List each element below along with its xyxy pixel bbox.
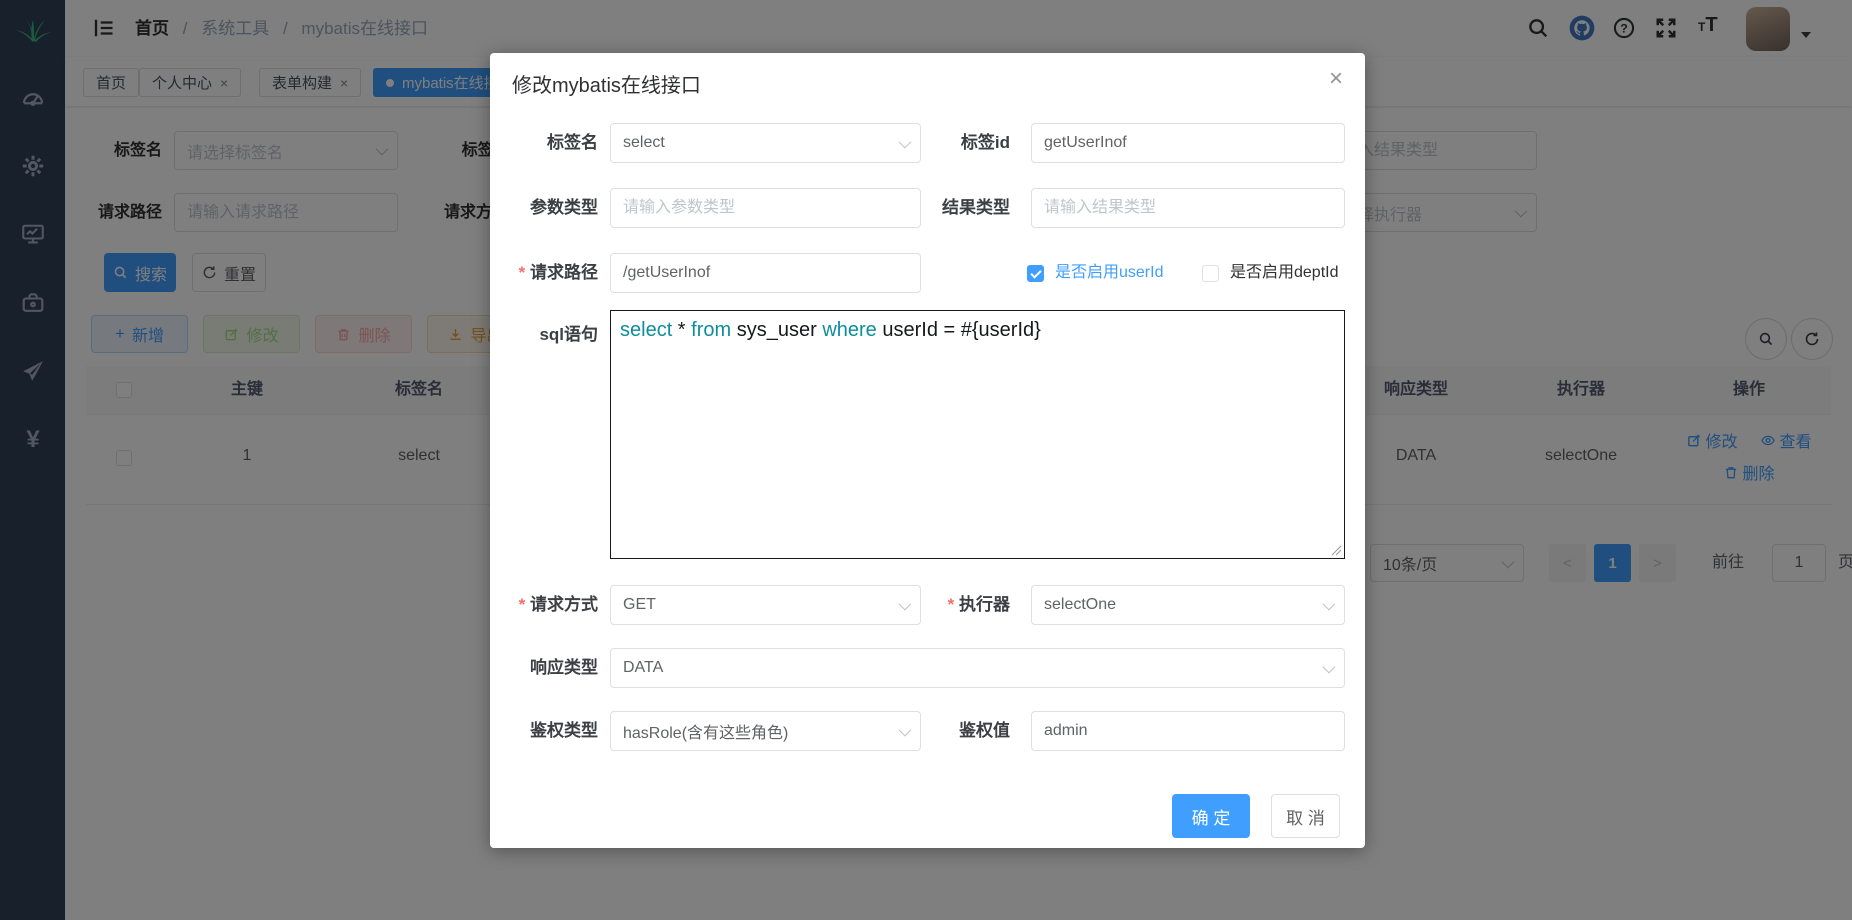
- chevron-down-icon: [1323, 660, 1336, 673]
- auth-value-input[interactable]: [1031, 711, 1345, 751]
- select-value: GET: [623, 596, 656, 614]
- resp-type-select[interactable]: DATA: [610, 648, 1345, 688]
- param-type-label: 参数类型: [490, 188, 598, 228]
- sql-label: sql语句: [490, 315, 598, 355]
- select-value: selectOne: [1044, 596, 1116, 614]
- auth-type-select[interactable]: hasRole(含有这些角色): [610, 711, 921, 751]
- method-label: 请求方式: [490, 585, 598, 625]
- resize-grip-icon[interactable]: [1331, 545, 1342, 556]
- tag-id-label: 标签id: [890, 123, 1010, 163]
- app-root: ¥ 首页 / 系统工具 / mybatis在线接口: [0, 0, 1852, 920]
- tag-name-select[interactable]: select: [610, 123, 921, 163]
- confirm-button[interactable]: 确 定: [1172, 794, 1250, 838]
- param-type-input[interactable]: [610, 188, 921, 228]
- path-label: 请求路径: [490, 253, 598, 293]
- edit-mybatis-dialog: 修改mybatis在线接口 × 标签名 select 标签id 参数类型 结果类…: [490, 53, 1365, 848]
- method-select[interactable]: GET: [610, 585, 921, 625]
- auth-type-label: 鉴权类型: [490, 711, 598, 751]
- cancel-button[interactable]: 取 消: [1271, 794, 1340, 838]
- select-value: DATA: [623, 659, 663, 677]
- enable-deptid-checkbox[interactable]: [1202, 265, 1219, 282]
- tag-id-input[interactable]: [1031, 123, 1345, 163]
- executor-select[interactable]: selectOne: [1031, 585, 1345, 625]
- sql-editor-line: select * from sys_user where userId = #{…: [611, 311, 1344, 349]
- sql-editor[interactable]: select * from sys_user where userId = #{…: [610, 310, 1345, 559]
- select-value: hasRole(含有这些角色): [623, 719, 788, 743]
- executor-label: 执行器: [890, 585, 1010, 625]
- enable-userid-checkbox[interactable]: [1027, 265, 1044, 282]
- dialog-close-icon[interactable]: ×: [1329, 67, 1343, 91]
- result-type-input[interactable]: [1031, 188, 1345, 228]
- auth-value-label: 鉴权值: [890, 711, 1010, 751]
- enable-userid-label[interactable]: 是否启用userId: [1055, 253, 1163, 293]
- resp-type-label: 响应类型: [490, 648, 598, 688]
- tag-name-label: 标签名: [490, 123, 598, 163]
- result-type-label: 结果类型: [890, 188, 1010, 228]
- path-input[interactable]: [610, 253, 921, 293]
- chevron-down-icon: [1323, 597, 1336, 610]
- dialog-title: 修改mybatis在线接口: [512, 69, 701, 98]
- select-value: select: [623, 134, 665, 152]
- enable-deptid-label[interactable]: 是否启用deptId: [1230, 253, 1339, 293]
